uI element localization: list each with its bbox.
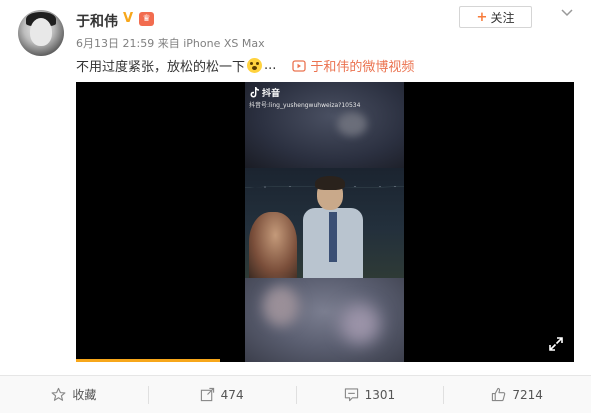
post-meta: 6月13日 21:59 来自 iPhone XS Max (76, 35, 265, 51)
favorite-button[interactable]: 收藏 (0, 376, 148, 413)
post-source-device: iPhone XS Max (183, 37, 265, 50)
video-frame: 抖音 抖音号:ling_yushengwuhweiza?10534 (245, 82, 404, 362)
video-scene (245, 168, 404, 278)
comment-count: 1301 (364, 387, 396, 402)
tiktok-account-id: 抖音号:ling_yushengwuhweiza?10534 (249, 102, 361, 109)
share-icon (200, 387, 214, 402)
chevron-down-icon[interactable] (561, 9, 573, 17)
like-icon (492, 387, 506, 402)
avatar[interactable] (18, 10, 64, 56)
video-camera-icon (292, 59, 307, 72)
star-icon (51, 387, 66, 401)
verified-badge-icon: V (123, 11, 134, 26)
video-progress-fill (76, 359, 221, 362)
shocked-face-emoji-icon (247, 58, 263, 73)
author-name[interactable]: 于和伟 (76, 11, 118, 31)
repost-button[interactable]: 474 (147, 376, 296, 413)
follow-button[interactable]: + 关注 (459, 6, 532, 28)
fullscreen-icon[interactable] (548, 336, 564, 352)
action-bar: 收藏 474 1301 7214 (0, 375, 591, 413)
plus-icon: + (476, 9, 488, 25)
video-link[interactable]: 于和伟的微博视频 (292, 56, 414, 75)
post-body: 不用过度紧张，放松的松一下 (76, 60, 246, 75)
post-source-prefix: 来自 (157, 37, 180, 50)
video-progress-bar[interactable] (76, 359, 574, 362)
comment-button[interactable]: 1301 (295, 376, 444, 413)
post-date[interactable]: 6月13日 21:59 (76, 37, 154, 50)
tiktok-logo-icon (250, 87, 259, 98)
post-ellipsis: ... (264, 58, 277, 73)
tiktok-brand: 抖音 (262, 89, 281, 99)
comment-icon (344, 388, 358, 402)
like-button[interactable]: 7214 (443, 376, 591, 413)
like-count: 7214 (512, 387, 543, 402)
repost-count: 474 (220, 387, 244, 402)
tiktok-watermark: 抖音 (250, 86, 280, 99)
video-player[interactable]: 抖音 抖音号:ling_yushengwuhweiza?10534 (76, 82, 574, 362)
video-link-label: 于和伟的微博视频 (310, 60, 415, 75)
post-text: 不用过度紧张，放松的松一下 ... 于和伟的微博视频 (76, 56, 414, 75)
vip-crown-icon: ♛ (139, 12, 154, 26)
weibo-post-card: 于和伟 V ♛ + 关注 6月13日 21:59 来自 iPhone XS Ma… (0, 0, 591, 413)
favorite-label: 收藏 (72, 388, 97, 402)
follow-label: 关注 (490, 10, 515, 25)
